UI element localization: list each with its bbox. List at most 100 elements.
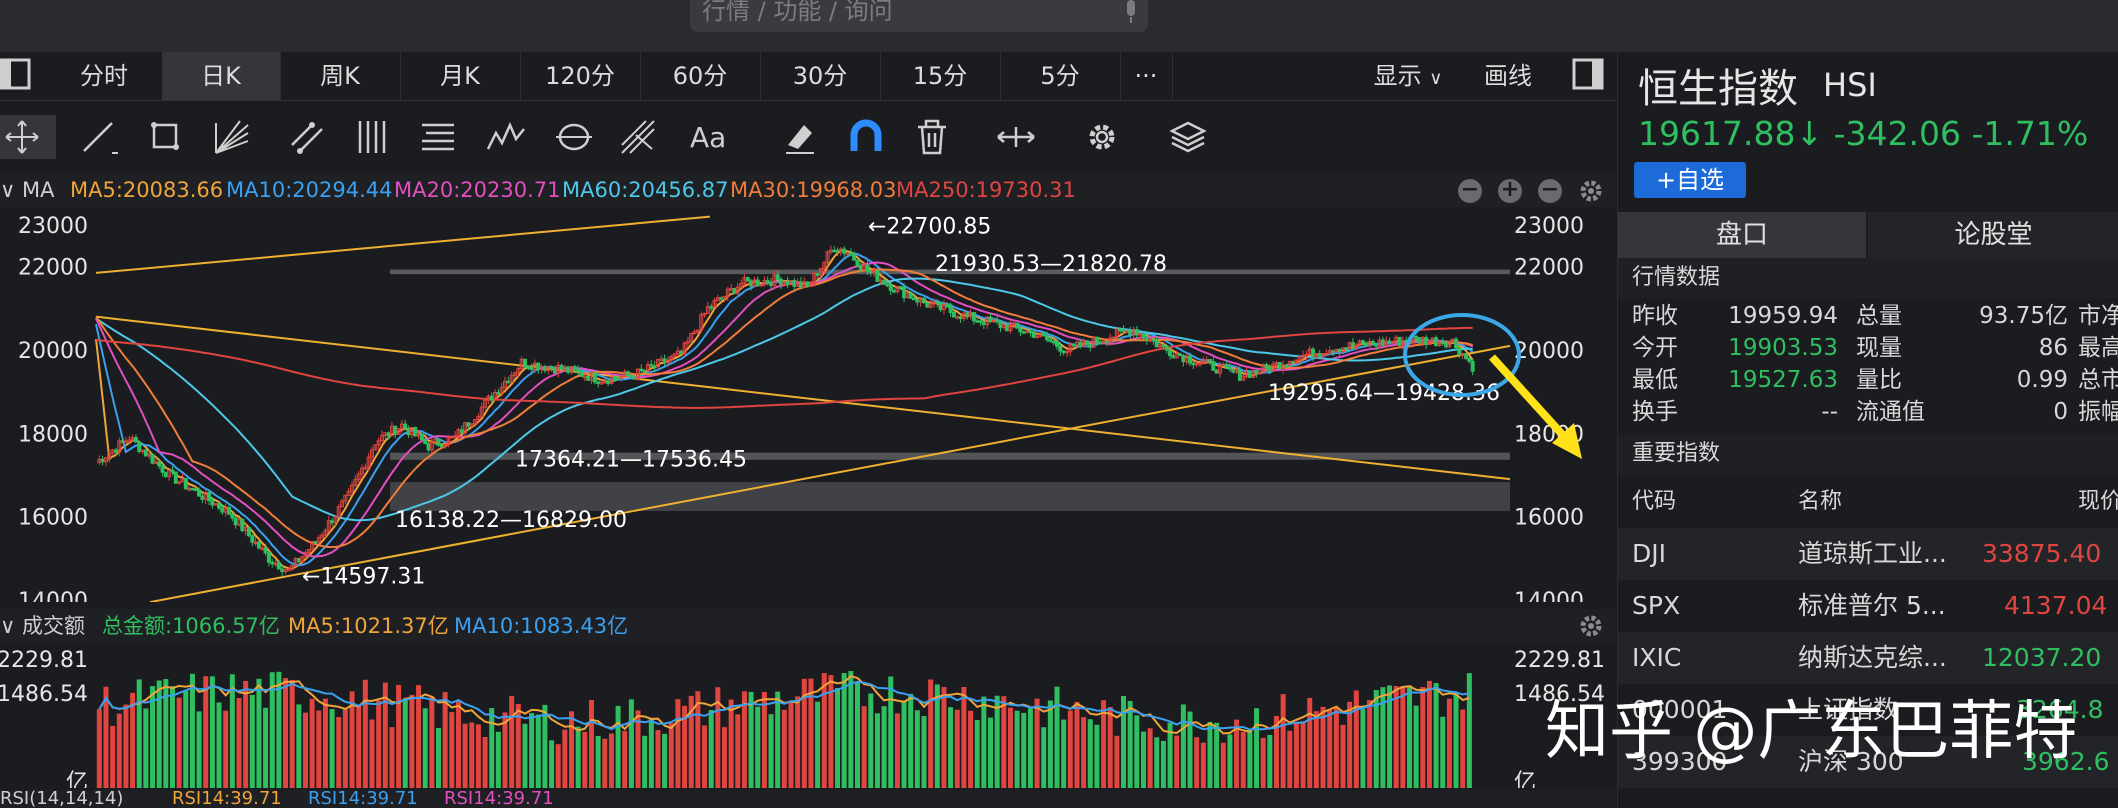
rectangle-icon[interactable]: [144, 115, 188, 159]
volume-bar: [1300, 721, 1306, 788]
quote-label: 今开: [1632, 335, 1678, 361]
candle-body: [1370, 340, 1375, 345]
volume-bar: [622, 730, 628, 788]
candle-body: [1284, 364, 1289, 367]
channel-icon[interactable]: [286, 115, 330, 159]
candle-body: [971, 311, 976, 322]
volume-bar: [1134, 715, 1140, 788]
tab-intraday[interactable]: 分时: [46, 52, 163, 100]
volume-bar: [994, 695, 1000, 788]
candle-body: [150, 453, 155, 464]
rsi-value-1: RSI14:39.71: [172, 790, 282, 808]
y-tick-left: 20000: [18, 339, 88, 364]
tab-60min[interactable]: 60分: [640, 52, 761, 100]
add-watchlist-button[interactable]: +自选: [1634, 162, 1746, 198]
volume-bar: [1267, 734, 1273, 788]
search-box[interactable]: 行情 / 功能 / 询问: [690, 0, 1148, 32]
magnet-icon[interactable]: [844, 115, 888, 159]
candle-body: [403, 423, 408, 429]
candle-body: [1457, 347, 1462, 356]
candle-body: [732, 287, 737, 294]
volume-bar: [1034, 698, 1040, 788]
tab-forum[interactable]: 论股堂: [1868, 212, 2118, 258]
index-row-spx[interactable]: SPX 标准普尔 5... 4137.04: [1618, 580, 2118, 632]
ma60-value: MA60:20456.87: [562, 178, 729, 202]
volume-gear-icon[interactable]: [1578, 613, 1604, 639]
top-bar: 行情 / 功能 / 询问: [0, 0, 2118, 52]
candle-body: [1005, 324, 1010, 332]
microphone-icon[interactable]: [1124, 0, 1138, 24]
draw-line-button[interactable]: 画线: [1468, 52, 1548, 100]
candle-body: [898, 286, 903, 289]
volume-bar: [236, 698, 242, 788]
sidebar-toggle-icon[interactable]: [0, 58, 32, 92]
eraser-icon[interactable]: [778, 115, 822, 159]
pitchfork-icon[interactable]: [616, 115, 660, 159]
tab-daily-k[interactable]: 日K: [162, 52, 281, 100]
volume-bar: [748, 691, 754, 788]
minus-icon[interactable]: −: [1458, 179, 1482, 203]
tab-weekly-k[interactable]: 周K: [280, 52, 401, 100]
tab-15min[interactable]: 15分: [880, 52, 1001, 100]
volume-bar: [768, 714, 774, 788]
volume-bar: [954, 709, 960, 788]
fibonacci-icon[interactable]: [416, 115, 460, 159]
tab-monthly-k[interactable]: 月K: [400, 52, 521, 100]
candle-body: [522, 358, 527, 368]
gear-icon[interactable]: [1578, 178, 1604, 204]
search-input[interactable]: 行情 / 功能 / 询问: [702, 0, 893, 23]
volume-bar: [362, 679, 368, 788]
tab-order-book[interactable]: 盘口: [1618, 212, 1866, 258]
collapse-icon[interactable]: −: [1538, 179, 1562, 203]
arrows-icon[interactable]: [994, 115, 1038, 159]
candle-body: [246, 526, 251, 537]
index-row-ixic[interactable]: IXIC 纳斯达克综... 12037.20: [1618, 632, 2118, 684]
trash-icon[interactable]: [910, 115, 954, 159]
candle-body: [652, 365, 657, 368]
text-icon[interactable]: Aa: [688, 115, 732, 159]
volume-bar: [422, 708, 428, 788]
volume-bar: [110, 725, 116, 788]
candle-body: [975, 320, 980, 323]
volume-total: 总金额:1066.57亿: [102, 614, 280, 638]
volume-bar: [169, 686, 175, 788]
candle-body: [1098, 341, 1103, 345]
volume-bar: [941, 686, 947, 788]
tab-5min[interactable]: 5分: [1000, 52, 1121, 100]
candle-body: [858, 266, 863, 270]
volume-bar: [189, 673, 195, 788]
volume-chart[interactable]: 2229.811486.54亿2229.811486.54亿: [0, 643, 1616, 788]
candle-body: [1018, 327, 1023, 333]
candle-body: [1161, 344, 1166, 347]
plus-icon[interactable]: +: [1498, 179, 1522, 203]
volume-bar: [1061, 719, 1067, 788]
line-icon[interactable]: [78, 115, 122, 159]
settings-icon[interactable]: [1080, 115, 1124, 159]
volume-bar: [1067, 710, 1073, 788]
tab-more[interactable]: ···: [1120, 52, 1173, 100]
quote-row: 今开 19903.53 现量 86 最高: [1618, 332, 2118, 364]
tab-30min[interactable]: 30分: [760, 52, 881, 100]
display-dropdown[interactable]: 显示 ∨: [1360, 52, 1456, 100]
ma5-value: MA5:20083.66: [70, 178, 224, 202]
tab-120min[interactable]: 120分: [520, 52, 641, 100]
wave-icon[interactable]: [484, 115, 528, 159]
candle-body: [1387, 340, 1392, 344]
volume-bar: [1247, 729, 1253, 788]
candle-body: [1247, 371, 1252, 378]
index-row-dji[interactable]: DJI 道琼斯工业... 33875.40: [1618, 528, 2118, 580]
candle-body: [1264, 364, 1269, 369]
move-icon[interactable]: [0, 115, 56, 159]
kline-chart[interactable]: 23000 22000 20000 18000 16000 14000 23000 2200…: [0, 207, 1616, 602]
fan-icon[interactable]: [210, 115, 254, 159]
panel-toggle-icon[interactable]: [1572, 58, 1606, 92]
layers-icon[interactable]: [1166, 115, 1210, 159]
candle-body: [865, 264, 870, 272]
cycle-icon[interactable]: [552, 115, 596, 159]
volume-bar: [342, 709, 348, 788]
volume-bar: [1400, 686, 1406, 788]
volume-bar: [702, 725, 708, 788]
candle-body: [981, 321, 986, 326]
parallel-lines-icon[interactable]: [352, 115, 396, 159]
volume-bar: [968, 710, 974, 788]
